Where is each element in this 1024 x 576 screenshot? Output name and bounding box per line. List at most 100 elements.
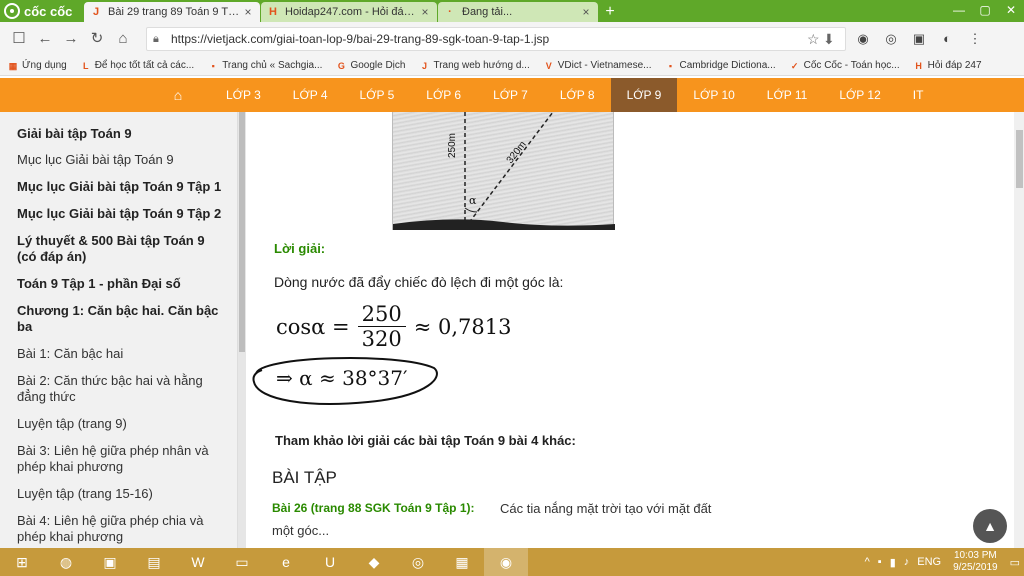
internet-explorer-icon[interactable]: e: [264, 548, 308, 576]
bookmark-item[interactable]: G Google Dịch: [336, 60, 406, 71]
coccoc-menu-button[interactable]: cốc cốc: [0, 0, 84, 22]
tab-label: Hoidap247.com - Hỏi đáp online n: [285, 6, 419, 18]
sidebar-toggle-icon[interactable]: ☐: [6, 26, 32, 52]
extension-icon[interactable]: ◐: [936, 28, 958, 50]
tab-close-icon[interactable]: ×: [580, 5, 592, 19]
nav-it[interactable]: IT: [897, 78, 940, 112]
sidebar-item[interactable]: Mục lục Giải bài tập Toán 9 Tập 1: [17, 179, 227, 195]
tray-chevron-icon[interactable]: ^: [865, 556, 870, 568]
nav-grade-10[interactable]: LỚP 10: [677, 78, 750, 112]
bookmark-item[interactable]: V VDict - Vietnamese...: [544, 60, 652, 71]
nav-grade-5[interactable]: LỚP 5: [344, 78, 411, 112]
nav-grade-4[interactable]: LỚP 4: [277, 78, 344, 112]
bookmark-item[interactable]: ▪ Trang chủ « Sachgia...: [208, 60, 323, 71]
river-diagram-svg: 250m 320m α: [393, 112, 615, 230]
extension-icon[interactable]: ▣: [908, 28, 930, 50]
scroll-to-top-button[interactable]: ▲: [973, 509, 1007, 543]
input-language[interactable]: ENG: [917, 556, 941, 568]
nav-grade-9[interactable]: LỚP 9: [610, 78, 678, 112]
url-bar[interactable]: 🔒︎ https://vietjack.com/giai-toan-lop-9/…: [146, 27, 846, 51]
tab-close-icon[interactable]: ×: [419, 5, 431, 19]
store-icon[interactable]: ▣: [88, 548, 132, 576]
tab-favicon-icon: J: [92, 6, 100, 18]
diagram-label-alpha: α: [469, 194, 477, 207]
nav-grade-7[interactable]: LỚP 7: [477, 78, 544, 112]
tab-loading[interactable]: · Đang tải... ×: [438, 2, 598, 22]
taskbar-clock[interactable]: 10:03 PM 9/25/2019: [953, 550, 998, 574]
back-icon[interactable]: ←: [32, 26, 58, 52]
diagram-label-320: 320m: [505, 139, 529, 165]
sidebar-item[interactable]: Bài 4: Liên hệ giữa phép chia và phép kh…: [17, 513, 227, 545]
coccoc-taskbar-icon[interactable]: ◎: [396, 548, 440, 576]
bookmark-favicon-icon: J: [421, 60, 427, 71]
excel-icon[interactable]: ▤: [132, 548, 176, 576]
new-tab-button[interactable]: +: [599, 2, 621, 22]
fraction-denominator: 320: [361, 327, 402, 351]
file-explorer-icon[interactable]: ▭: [220, 548, 264, 576]
nav-grade-8[interactable]: LỚP 8: [544, 78, 611, 112]
sidebar-item[interactable]: Luyện tập (trang 9): [17, 416, 227, 432]
sidebar-item[interactable]: Lý thuyết & 500 Bài tập Toán 9 (có đáp á…: [17, 233, 227, 265]
apps-icon: ▦: [8, 60, 18, 71]
forward-icon[interactable]: →: [58, 26, 84, 52]
nav-grade-3[interactable]: LỚP 3: [210, 78, 277, 112]
site-home-icon[interactable]: ⌂: [0, 87, 210, 103]
fraction-numerator: 250: [357, 302, 406, 327]
sidebar-scrollbar-thumb[interactable]: [239, 112, 245, 352]
maximize-icon[interactable]: ▢: [972, 0, 998, 20]
word-icon[interactable]: W: [176, 548, 220, 576]
nav-grade-11[interactable]: LỚP 11: [751, 78, 824, 112]
bookmark-item[interactable]: J Trang web hướng d...: [419, 60, 530, 71]
nav-grade-12[interactable]: LỚP 12: [823, 78, 896, 112]
tray-app-icon[interactable]: ▪: [878, 556, 882, 568]
sidebar-item[interactable]: Luyện tập (trang 15-16): [17, 486, 227, 502]
bookmark-favicon-icon: ✓: [790, 60, 799, 71]
site-grade-nav: ⌂ LỚP 3 LỚP 4 LỚP 5 LỚP 6 LỚP 7 LỚP 8 LỚ…: [0, 78, 1024, 112]
bookmark-item[interactable]: ✓ Cốc Cốc - Toán học...: [790, 60, 900, 71]
network-app-icon[interactable]: ▦: [440, 548, 484, 576]
home-icon[interactable]: ⌂: [110, 26, 136, 52]
windows-start-icon[interactable]: ⊞: [0, 548, 44, 576]
tab-hoidap247[interactable]: H Hoidap247.com - Hỏi đáp online n ×: [261, 2, 437, 22]
sidebar-item[interactable]: Mục lục Giải bài tập Toán 9: [17, 152, 227, 168]
tab-label: Đang tải...: [462, 6, 513, 18]
bookmark-item[interactable]: H Hỏi đáp 247: [914, 60, 981, 71]
extension-icon[interactable]: ◎: [880, 28, 902, 50]
tab-vietjack[interactable]: J Bài 29 trang 89 Toán 9 Tập 1 | Giải ×: [84, 2, 260, 22]
sidebar-item[interactable]: Mục lục Giải bài tập Toán 9 Tập 2: [17, 206, 227, 222]
reload-icon[interactable]: ↻: [84, 26, 110, 52]
download-icon[interactable]: ⬇: [823, 31, 839, 48]
clock-date: 9/25/2019: [953, 562, 998, 573]
bookmark-item[interactable]: ▪ Cambridge Dictiona...: [665, 60, 776, 71]
sidebar-title[interactable]: Giải bài tập Toán 9: [17, 126, 227, 141]
close-window-icon[interactable]: ✕: [998, 0, 1024, 20]
bookmark-favicon-icon: ▪: [668, 60, 673, 71]
sidebar-item[interactable]: Bài 3: Liên hệ giữa phép nhân và phép kh…: [17, 443, 227, 475]
app-icon[interactable]: ◆: [352, 548, 396, 576]
firefox-icon[interactable]: ◍: [44, 548, 88, 576]
network-icon[interactable]: ▮: [890, 556, 896, 569]
coccoc-active-icon[interactable]: ◉: [484, 548, 528, 576]
unikey-icon[interactable]: U: [308, 548, 352, 576]
sidebar-item[interactable]: Bài 2: Căn thức bậc hai và hằng đẳng thứ…: [17, 373, 227, 405]
lesson-sidebar: Giải bài tập Toán 9 Mục lục Giải bài tập…: [0, 112, 238, 548]
exercise-text-continued: một góc...: [272, 523, 330, 538]
system-tray: ^ ▪ ▮ ♪ ENG 10:03 PM 9/25/2019 ▭: [861, 548, 1024, 576]
menu-icon[interactable]: ⋮: [964, 28, 986, 50]
brand-label: cốc cốc: [24, 3, 73, 19]
bookmark-star-icon[interactable]: ☆: [807, 31, 823, 48]
volume-icon[interactable]: ♪: [904, 556, 910, 568]
page-scrollbar-thumb[interactable]: [1016, 130, 1023, 188]
notification-icon[interactable]: ▭: [1010, 556, 1020, 569]
exercise-link[interactable]: Bài 26 (trang 88 SGK Toán 9 Tập 1):: [272, 501, 475, 515]
river-diagram: 250m 320m α: [392, 112, 615, 230]
bookmark-item[interactable]: ▦ Ứng dụng: [8, 60, 67, 71]
sidebar-item[interactable]: Toán 9 Tập 1 - phần Đại số: [17, 276, 227, 292]
nav-grade-6[interactable]: LỚP 6: [410, 78, 477, 112]
sidebar-item[interactable]: Chương 1: Căn bậc hai. Căn bậc ba: [17, 303, 227, 335]
tab-close-icon[interactable]: ×: [242, 5, 254, 19]
bookmark-item[interactable]: L Để học tốt tất cả các...: [81, 60, 194, 71]
sidebar-item[interactable]: Bài 1: Căn bậc hai: [17, 346, 227, 362]
extension-icon[interactable]: ◉: [852, 28, 874, 50]
minimize-icon[interactable]: —: [946, 0, 972, 20]
